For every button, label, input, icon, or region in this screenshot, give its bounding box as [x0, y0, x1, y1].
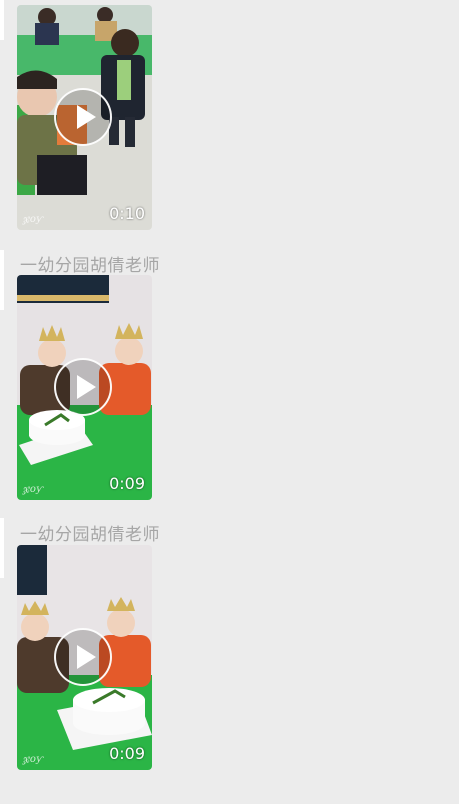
chat-side-marker	[0, 250, 4, 310]
video-message-3[interactable]: ჯoƴ 0:09	[17, 545, 152, 770]
sender-name: 一幼分园胡倩老师	[20, 256, 160, 276]
video-watermark: ჯoƴ	[23, 484, 44, 495]
video-duration: 0:09	[109, 744, 145, 763]
play-icon	[77, 645, 96, 669]
play-button[interactable]	[54, 88, 112, 146]
sender-name: 一幼分园胡倩老师	[20, 525, 160, 545]
video-duration: 0:09	[109, 474, 145, 493]
play-icon	[77, 375, 96, 399]
video-watermark: ჯoƴ	[23, 214, 44, 225]
chat-side-marker	[0, 518, 4, 578]
chat-side-marker	[0, 0, 4, 40]
play-button[interactable]	[54, 628, 112, 686]
video-message-2[interactable]: ჯoƴ 0:09	[17, 275, 152, 500]
play-button[interactable]	[54, 358, 112, 416]
video-watermark: ჯoƴ	[23, 754, 44, 765]
play-icon	[77, 105, 96, 129]
video-duration: 0:10	[109, 204, 145, 223]
video-message-1[interactable]: ჯoƴ 0:10	[17, 5, 152, 230]
